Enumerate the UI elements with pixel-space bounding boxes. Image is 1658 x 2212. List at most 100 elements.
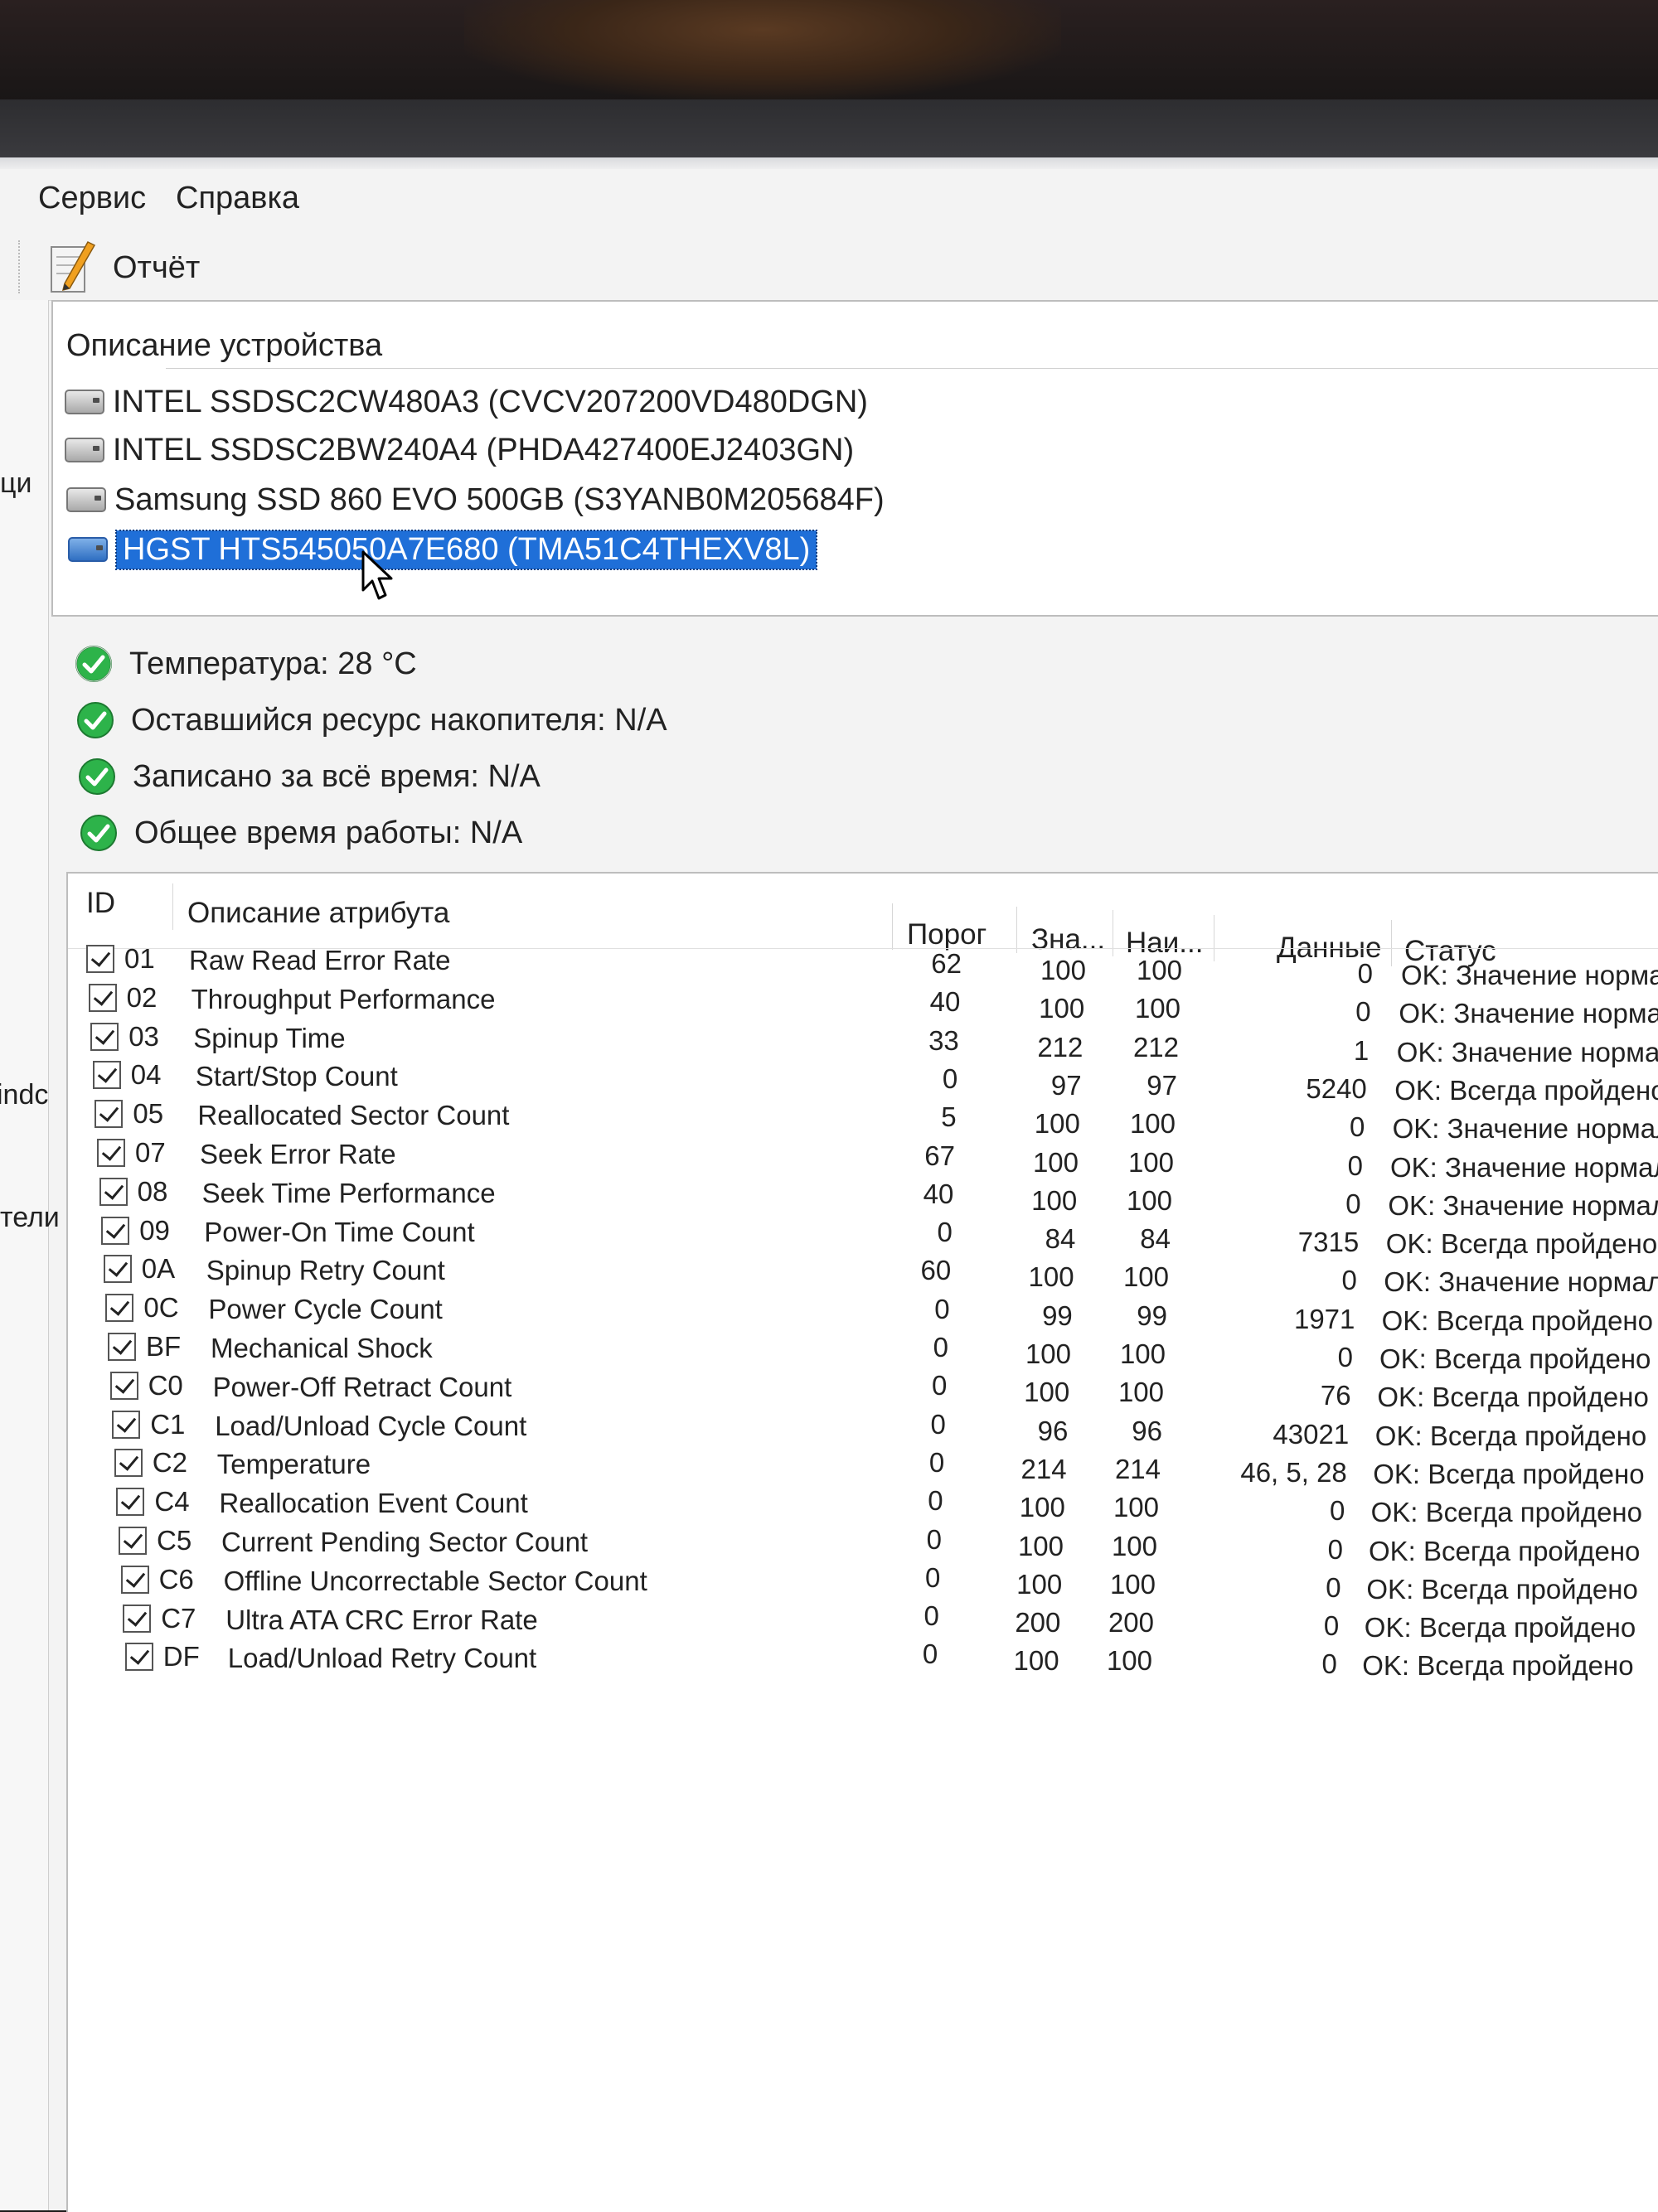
- attribute-checkbox[interactable]: [116, 1488, 145, 1517]
- table-row[interactable]: 08 Seek Time Performance 40 100 100 0 OK: Знач…: [0, 1176, 1658, 1221]
- attribute-checkbox[interactable]: [120, 1565, 149, 1594]
- attribute-value: 100: [1032, 1146, 1079, 1178]
- attribute-data: 1971: [1293, 1303, 1355, 1334]
- device-item-label: INTEL SSDSC2CW480A3 (CVCV207200VD480DGN): [113, 384, 868, 419]
- hard-disk-icon: [65, 438, 104, 462]
- toolbar-grip: [18, 240, 22, 293]
- table-row[interactable]: C1 Load/Unload Cycle Count 0 96 96 43021 OK: В…: [0, 1409, 1658, 1451]
- attribute-id: C4: [154, 1486, 190, 1517]
- attribute-name: Mechanical Shock: [211, 1333, 433, 1363]
- column-header-id[interactable]: ID: [86, 887, 115, 920]
- attribute-checkbox[interactable]: [108, 1333, 136, 1361]
- device-item[interactable]: Samsung SSD 860 EVO 500GB (S3YANB0M20568…: [66, 479, 885, 520]
- table-row[interactable]: DF Load/Unload Retry Count 0 100 100 0 OK: Все…: [0, 1638, 1658, 1681]
- attribute-data: 43021: [1273, 1418, 1350, 1450]
- attribute-id: 02: [126, 981, 158, 1013]
- attribute-worst: 84: [1140, 1223, 1171, 1255]
- attribute-checkbox[interactable]: [86, 945, 114, 973]
- attribute-id: 09: [139, 1214, 170, 1246]
- attribute-value: 100: [1024, 1377, 1070, 1408]
- table-row[interactable]: 04 Start/Stop Count 0 97 97 5240 OK: Всегда пр…: [0, 1059, 1658, 1106]
- attribute-checkbox[interactable]: [103, 1255, 132, 1284]
- device-item[interactable]: INTEL SSDSC2CW480A3 (CVCV207200VD480DGN): [65, 381, 868, 423]
- menu-help[interactable]: Справка: [176, 181, 299, 216]
- device-item[interactable]: INTEL SSDSC2BW240A4 (PHDA427400EJ2403GN): [65, 429, 854, 471]
- attribute-checkbox[interactable]: [95, 1100, 124, 1129]
- attribute-status: OK: Всегда пройдено: [1366, 1573, 1638, 1605]
- table-row[interactable]: 09 Power-On Time Count 0 84 84 7315 OK: Всегда…: [0, 1214, 1658, 1259]
- attribute-threshold: 40: [923, 1178, 954, 1209]
- report-button-label[interactable]: Отчёт: [113, 250, 200, 286]
- status-temperature: Температура: 28 °C: [75, 641, 417, 686]
- table-row[interactable]: C6 Offline Uncorrectable Sector Count 0 100…: [0, 1562, 1658, 1605]
- column-separator[interactable]: [172, 883, 173, 930]
- report-notepad-icon[interactable]: [46, 240, 99, 295]
- hard-disk-icon: [66, 487, 106, 512]
- attribute-status: OK: Всегда пройдено: [1373, 1458, 1645, 1489]
- attribute-worst: 100: [1109, 1568, 1156, 1600]
- attribute-name: Reallocated Sector Count: [197, 1100, 510, 1131]
- table-row[interactable]: 02 Throughput Performance 40 100 100 0 OK: Зна…: [0, 981, 1658, 1029]
- attribute-worst: 100: [1127, 1146, 1174, 1178]
- attribute-id: C0: [148, 1369, 183, 1401]
- table-row[interactable]: 0C Power Cycle Count 0 99 99 1971 OK: Всегда п…: [0, 1292, 1658, 1336]
- attribute-data: 0: [1323, 1610, 1340, 1642]
- attribute-value: 100: [1031, 1184, 1078, 1216]
- attribute-checkbox[interactable]: [97, 1139, 125, 1167]
- attribute-threshold: 0: [924, 1600, 939, 1632]
- menu-service[interactable]: Сервис: [38, 181, 146, 216]
- table-row[interactable]: 0A Spinup Retry Count 60 100 100 0 OK: Значени…: [0, 1253, 1658, 1297]
- attribute-checkbox[interactable]: [101, 1216, 130, 1245]
- attribute-name: Spinup Time: [193, 1022, 346, 1053]
- attribute-value: 100: [1019, 1492, 1065, 1523]
- attribute-checkbox[interactable]: [109, 1371, 138, 1400]
- window-top-edge: [0, 157, 1658, 169]
- table-row[interactable]: C2 Temperature 0 214 214 46, 5, 28 OK: Всегда …: [0, 1446, 1658, 1489]
- table-row[interactable]: C7 Ultra ATA CRC Error Rate 0 200 200 0 OK: Вс…: [0, 1600, 1658, 1643]
- table-row[interactable]: 01 Raw Read Error Rate 62 100 100 0 OK: Значен…: [0, 943, 1658, 990]
- column-header-description[interactable]: Описание атрибута: [187, 897, 449, 930]
- hard-disk-icon: [65, 390, 104, 414]
- table-row[interactable]: 05 Reallocated Sector Count 5 100 100 0 OK: Зн…: [0, 1098, 1658, 1144]
- attribute-checkbox[interactable]: [112, 1410, 141, 1439]
- table-row[interactable]: C5 Current Pending Sector Count 0 100 100 0 OK…: [0, 1524, 1658, 1566]
- attribute-value: 100: [1039, 993, 1085, 1024]
- device-item-label: Samsung SSD 860 EVO 500GB (S3YANB0M20568…: [114, 482, 885, 517]
- attribute-data: 46, 5, 28: [1240, 1456, 1347, 1488]
- attribute-checkbox[interactable]: [88, 983, 117, 1012]
- attribute-data: 0: [1327, 1533, 1343, 1565]
- attribute-checkbox[interactable]: [119, 1527, 147, 1555]
- attribute-checkbox[interactable]: [99, 1177, 128, 1206]
- attribute-worst: 200: [1108, 1607, 1154, 1638]
- attribute-worst: 99: [1137, 1300, 1167, 1331]
- status-label: Общее время работы: N/A: [134, 815, 523, 850]
- attribute-name: Seek Error Rate: [200, 1139, 396, 1169]
- table-row[interactable]: BF Mechanical Shock 0 100 100 0 OK: Всегда про…: [0, 1331, 1658, 1374]
- attribute-checkbox[interactable]: [90, 1022, 119, 1051]
- attribute-worst: 212: [1132, 1031, 1179, 1062]
- attribute-checkbox[interactable]: [92, 1061, 121, 1090]
- device-item-selected[interactable]: HGST HTS545050A7E680 (TMA51C4THEXV8L): [68, 529, 818, 570]
- status-remaining-life: Оставшийся ресурс накопителя: N/A: [76, 698, 667, 743]
- attribute-value: 100: [1028, 1261, 1074, 1293]
- attribute-checkbox[interactable]: [124, 1643, 153, 1672]
- attribute-threshold: 0: [942, 1062, 958, 1094]
- attribute-worst: 100: [1134, 993, 1180, 1024]
- attribute-value: 214: [1020, 1453, 1067, 1484]
- attribute-checkbox[interactable]: [105, 1294, 134, 1323]
- attribute-threshold: 0: [928, 1446, 945, 1478]
- table-row[interactable]: C4 Reallocation Event Count 0 100 100 0 OK: Вс…: [0, 1485, 1658, 1527]
- attribute-checkbox[interactable]: [123, 1604, 152, 1633]
- table-row[interactable]: 03 Spinup Time 33 212 212 1 OK: Значение норма…: [0, 1021, 1658, 1067]
- attribute-threshold: 0: [932, 1370, 948, 1401]
- device-item-label: INTEL SSDSC2BW240A4 (PHDA427400EJ2403GN): [113, 432, 855, 467]
- table-row[interactable]: C0 Power-Off Retract Count 0 100 100 76 OK: Вс…: [0, 1369, 1658, 1412]
- toolbar: [0, 234, 1658, 301]
- attribute-value: 100: [1017, 1530, 1064, 1561]
- table-row[interactable]: 07 Seek Error Rate 67 100 100 0 OK: Значение н…: [0, 1137, 1658, 1183]
- attribute-checkbox[interactable]: [114, 1449, 143, 1478]
- attribute-threshold: 0: [934, 1293, 950, 1324]
- attribute-name: Ultra ATA CRC Error Rate: [225, 1604, 538, 1635]
- attribute-worst: 100: [1119, 1338, 1166, 1369]
- attribute-threshold: 5: [941, 1101, 957, 1133]
